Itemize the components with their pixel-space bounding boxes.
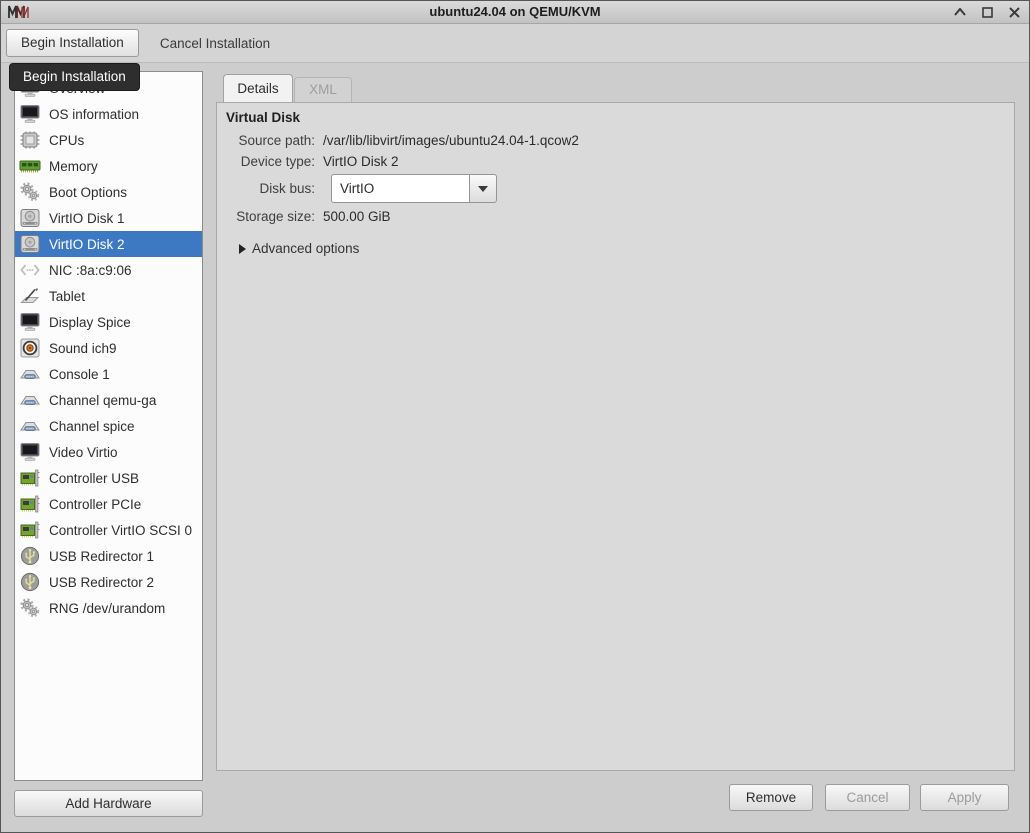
usb-icon — [18, 571, 42, 593]
serial-port-icon — [18, 389, 42, 411]
sidebar-item-label: RNG /dev/urandom — [49, 601, 165, 616]
begin-installation-tooltip: Begin Installation — [9, 63, 140, 91]
sidebar-item-video-virtio[interactable]: Video Virtio — [15, 439, 202, 465]
disk-bus-label: Disk bus: — [219, 181, 315, 196]
sidebar-item-console-1[interactable]: Console 1 — [15, 361, 202, 387]
add-hardware-button[interactable]: Add Hardware — [14, 790, 203, 817]
cpu-icon — [18, 129, 42, 151]
advanced-options-label: Advanced options — [252, 241, 359, 256]
tablet-icon — [18, 285, 42, 307]
source-path-row: Source path: /var/lib/libvirt/images/ubu… — [219, 133, 579, 148]
monitor-icon — [18, 311, 42, 333]
gears-icon — [18, 597, 42, 619]
sidebar-item-rng-dev-urandom[interactable]: RNG /dev/urandom — [15, 595, 202, 621]
hard-disk-icon — [18, 207, 42, 229]
sidebar-item-usb-redirector-1[interactable]: USB Redirector 1 — [15, 543, 202, 569]
device-type-value: VirtIO Disk 2 — [323, 154, 399, 169]
apply-button[interactable]: Apply — [920, 784, 1009, 811]
sidebar-item-label: VirtIO Disk 1 — [49, 211, 125, 226]
sidebar-item-display-spice[interactable]: Display Spice — [15, 309, 202, 335]
gears-icon — [18, 181, 42, 203]
tab-details[interactable]: Details — [223, 74, 293, 102]
remove-button[interactable]: Remove — [729, 784, 813, 811]
sidebar-item-controller-usb[interactable]: Controller USB — [15, 465, 202, 491]
sidebar-item-label: Tablet — [49, 289, 85, 304]
advanced-options-expander[interactable]: Advanced options — [239, 241, 359, 256]
sidebar-item-virtio-disk-1[interactable]: VirtIO Disk 1 — [15, 205, 202, 231]
sidebar-item-label: Console 1 — [49, 367, 110, 382]
sidebar-item-boot-options[interactable]: Boot Options — [15, 179, 202, 205]
shade-icon[interactable] — [953, 5, 967, 19]
virt-manager-window: ubuntu24.04 on QEMU/KVM Begin Installati… — [0, 0, 1030, 833]
sidebar-item-tablet[interactable]: Tablet — [15, 283, 202, 309]
maximize-icon[interactable] — [980, 5, 994, 19]
details-panel: Virtual Disk Source path: /var/lib/libvi… — [216, 102, 1015, 771]
sidebar-item-label: Controller VirtIO SCSI 0 — [49, 523, 192, 538]
pci-card-icon — [18, 467, 42, 489]
sidebar-item-channel-qemu-ga[interactable]: Channel qemu-ga — [15, 387, 202, 413]
page-title: Virtual Disk — [226, 110, 300, 125]
sidebar-item-label: NIC :8a:c9:06 — [49, 263, 132, 278]
sidebar-item-cpus[interactable]: CPUs — [15, 127, 202, 153]
sidebar-item-usb-redirector-2[interactable]: USB Redirector 2 — [15, 569, 202, 595]
hardware-list: OverviewOS informationCPUsMemoryBoot Opt… — [14, 71, 203, 781]
begin-installation-button[interactable]: Begin Installation — [6, 29, 139, 57]
sidebar-item-label: Sound ich9 — [49, 341, 117, 356]
tab-xml[interactable]: XML — [294, 77, 352, 102]
expander-arrow-icon — [239, 244, 246, 254]
storage-size-value: 500.00 GiB — [323, 209, 391, 224]
sidebar-item-label: Channel spice — [49, 419, 135, 434]
pci-card-icon — [18, 519, 42, 541]
sidebar-item-os-information[interactable]: OS information — [15, 101, 202, 127]
disk-bus-row: Disk bus: VirtIO — [219, 174, 497, 203]
titlebar: ubuntu24.04 on QEMU/KVM — [1, 1, 1029, 24]
disk-bus-combobox[interactable]: VirtIO — [331, 174, 497, 203]
speaker-icon — [18, 337, 42, 359]
window-controls — [953, 1, 1021, 23]
cancel-installation-button[interactable]: Cancel Installation — [150, 30, 280, 57]
pci-card-icon — [18, 493, 42, 515]
sidebar-item-controller-virtio-scsi-0[interactable]: Controller VirtIO SCSI 0 — [15, 517, 202, 543]
disk-bus-value[interactable]: VirtIO — [331, 174, 469, 203]
toolbar: Begin Installation Cancel Installation — [1, 24, 1029, 63]
sidebar-item-nic-8a-c9-06[interactable]: NIC :8a:c9:06 — [15, 257, 202, 283]
sidebar-item-label: CPUs — [49, 133, 84, 148]
storage-size-label: Storage size: — [219, 209, 315, 224]
source-path-label: Source path: — [219, 133, 315, 148]
hard-disk-icon — [18, 233, 42, 255]
sidebar-item-controller-pcie[interactable]: Controller PCIe — [15, 491, 202, 517]
memory-icon — [18, 155, 42, 177]
sidebar-item-memory[interactable]: Memory — [15, 153, 202, 179]
sidebar-item-channel-spice[interactable]: Channel spice — [15, 413, 202, 439]
network-icon — [18, 259, 42, 281]
sidebar-item-label: USB Redirector 1 — [49, 549, 154, 564]
sidebar-item-label: Display Spice — [49, 315, 131, 330]
device-type-row: Device type: VirtIO Disk 2 — [219, 154, 399, 169]
disk-bus-dropdown-button[interactable] — [469, 174, 497, 203]
sidebar-item-virtio-disk-2[interactable]: VirtIO Disk 2 — [15, 231, 202, 257]
window-title: ubuntu24.04 on QEMU/KVM — [1, 4, 1029, 19]
sidebar-item-label: OS information — [49, 107, 139, 122]
sidebar-item-label: Boot Options — [49, 185, 127, 200]
sidebar-item-label: Channel qemu-ga — [49, 393, 156, 408]
storage-size-row: Storage size: 500.00 GiB — [219, 209, 391, 224]
cancel-button[interactable]: Cancel — [825, 784, 910, 811]
dropdown-arrow-icon — [478, 186, 488, 192]
monitor-icon — [18, 103, 42, 125]
device-type-label: Device type: — [219, 154, 315, 169]
sidebar-item-label: Video Virtio — [49, 445, 118, 460]
sidebar-item-label: USB Redirector 2 — [49, 575, 154, 590]
sidebar-item-label: Memory — [49, 159, 98, 174]
source-path-value: /var/lib/libvirt/images/ubuntu24.04-1.qc… — [323, 133, 579, 148]
sidebar-item-label: VirtIO Disk 2 — [49, 237, 125, 252]
serial-port-icon — [18, 363, 42, 385]
sidebar-item-label: Controller USB — [49, 471, 139, 486]
sidebar-item-sound-ich9[interactable]: Sound ich9 — [15, 335, 202, 361]
serial-port-icon — [18, 415, 42, 437]
usb-icon — [18, 545, 42, 567]
close-icon[interactable] — [1007, 5, 1021, 19]
sidebar-item-label: Controller PCIe — [49, 497, 141, 512]
monitor-icon — [18, 441, 42, 463]
